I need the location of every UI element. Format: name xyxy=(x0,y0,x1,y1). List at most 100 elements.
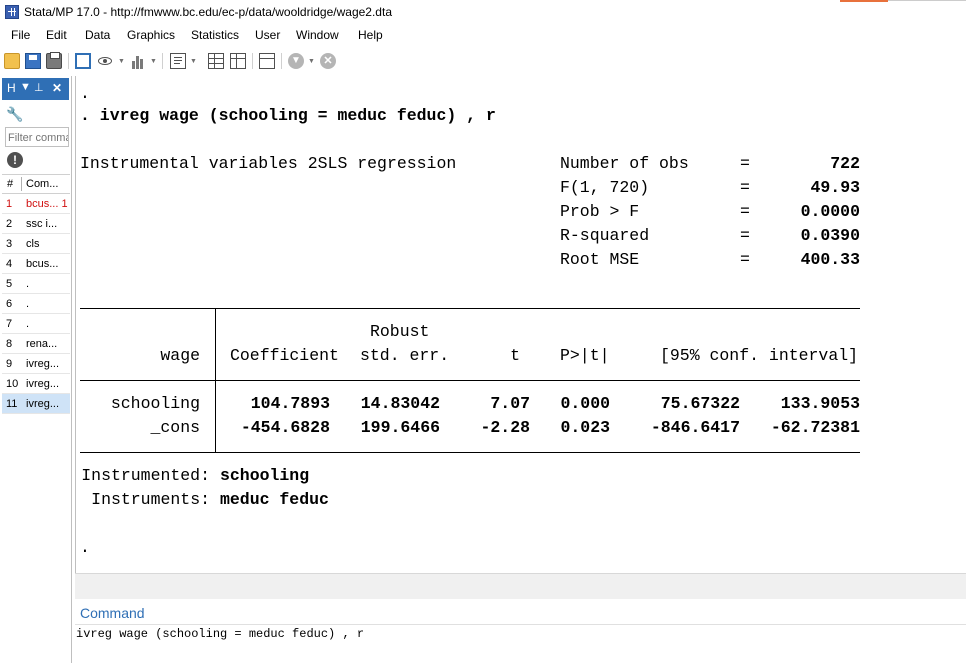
do-file-editor-icon[interactable] xyxy=(170,53,186,69)
history-row-number: 7 xyxy=(6,318,13,330)
toolbar-separator xyxy=(162,53,163,69)
data-editor-icon[interactable] xyxy=(208,53,224,69)
stat-value-probf: 0.0000 xyxy=(800,202,860,221)
history-row-selected[interactable]: 11 ivreg... xyxy=(2,394,70,414)
graph-icon[interactable] xyxy=(130,53,146,69)
history-row-number: 10 xyxy=(6,378,19,390)
header-t: t xyxy=(510,346,520,365)
graph-dropdown-icon[interactable]: ▼ xyxy=(150,58,157,65)
history-row[interactable]: 4 bcus... xyxy=(2,254,70,274)
history-row[interactable]: 8 rena... xyxy=(2,334,70,354)
ci-low-schooling: 75.67322 xyxy=(660,394,740,413)
history-header: H ▼ ⊥ ✕ xyxy=(2,78,69,100)
stat-eq: = xyxy=(740,250,750,269)
ci-high-schooling: 133.9053 xyxy=(780,394,860,413)
toolbar-separator xyxy=(252,53,253,69)
column-command-header[interactable]: Com... xyxy=(26,178,58,190)
ci-high-cons: -62.72381 xyxy=(770,418,860,437)
history-row-number: 1 xyxy=(6,198,13,210)
command-divider xyxy=(75,624,966,625)
menu-window[interactable]: Window xyxy=(296,28,339,42)
header-p: P>|t| xyxy=(560,346,610,365)
history-row-command: ssc i... xyxy=(26,218,58,230)
log-icon[interactable] xyxy=(75,53,91,69)
table-bottom-rule xyxy=(80,452,860,453)
close-icon[interactable]: ✕ xyxy=(52,81,62,95)
title-accent-bar xyxy=(840,0,888,2)
stat-label-probf: Prob > F xyxy=(560,202,640,221)
history-row[interactable]: 9 ivreg... xyxy=(2,354,70,374)
menu-statistics[interactable]: Statistics xyxy=(191,28,239,42)
break-icon[interactable]: ✕ xyxy=(320,53,336,69)
filter-pin-icon[interactable]: ▼ xyxy=(20,81,31,93)
command-echo: . ivreg wage (schooling = meduc feduc) ,… xyxy=(80,106,496,125)
filter-commands-input[interactable] xyxy=(6,130,70,146)
stat-value-rmse: 400.33 xyxy=(800,250,860,269)
instruments-label: Instruments: xyxy=(91,490,210,509)
history-row-command: rena... xyxy=(26,338,58,350)
menu-graphics[interactable]: Graphics xyxy=(127,28,175,42)
menu-file[interactable]: File xyxy=(11,28,30,42)
p-schooling: 0.000 xyxy=(560,394,610,413)
coef-cons: -454.6828 xyxy=(240,418,330,437)
open-folder-icon[interactable] xyxy=(4,53,20,69)
more-icon[interactable]: ▼ xyxy=(288,53,304,69)
history-row[interactable]: 2 ssc i... xyxy=(2,214,70,234)
data-browser-icon[interactable] xyxy=(230,53,246,69)
save-icon[interactable] xyxy=(25,53,41,69)
history-row-command: cls xyxy=(26,238,40,250)
prompt-dot-bottom: . xyxy=(80,538,90,557)
variables-manager-icon[interactable] xyxy=(259,53,275,69)
instruments-value: meduc feduc xyxy=(220,490,329,509)
horizontal-scrollbar[interactable] xyxy=(75,573,966,599)
window-title: Stata/MP 17.0 - http://fmwww.bc.edu/ec-p… xyxy=(24,5,392,19)
print-icon[interactable] xyxy=(46,52,62,69)
do-file-dropdown-icon[interactable]: ▼ xyxy=(190,58,197,65)
header-std-err: std. err. xyxy=(360,346,450,365)
history-row-number: 3 xyxy=(6,238,13,250)
stat-eq: = xyxy=(740,154,750,173)
p-cons: 0.023 xyxy=(560,418,610,437)
viewer-eye-icon[interactable] xyxy=(97,53,113,69)
menu-data[interactable]: Data xyxy=(85,28,110,42)
command-input[interactable]: ivreg wage (schooling = meduc feduc) , r xyxy=(76,627,364,641)
header-coefficient: Coefficient xyxy=(230,346,339,365)
filter-input-wrapper xyxy=(5,127,70,147)
more-dropdown-icon[interactable]: ▼ xyxy=(308,58,315,65)
stat-eq: = xyxy=(740,226,750,245)
instrumented-value: schooling xyxy=(220,466,310,485)
instrumented-label: Instrumented: xyxy=(81,466,210,485)
history-row[interactable]: 7. xyxy=(2,314,70,334)
menu-edit[interactable]: Edit xyxy=(46,28,67,42)
column-number-header[interactable]: # xyxy=(7,178,13,190)
row-var-schooling: schooling xyxy=(110,394,200,413)
header-ci: [95% conf. interval] xyxy=(660,346,859,365)
ci-low-cons: -846.6417 xyxy=(650,418,740,437)
history-row-number: 5 xyxy=(6,278,13,290)
history-row-number: 9 xyxy=(6,358,13,370)
history-row-number: 2 xyxy=(6,218,13,230)
history-row[interactable]: 6. xyxy=(2,294,70,314)
regression-title: Instrumental variables 2SLS regression xyxy=(80,154,457,173)
command-window-title: Command xyxy=(80,605,145,621)
viewer-dropdown-icon[interactable]: ▼ xyxy=(118,58,125,65)
toolbar-separator xyxy=(281,53,282,69)
history-row[interactable]: 3 cls xyxy=(2,234,70,254)
history-row[interactable]: 10 ivreg... xyxy=(2,374,70,394)
history-row[interactable]: 5. xyxy=(2,274,70,294)
warning-icon[interactable]: ! xyxy=(7,152,23,168)
menu-help[interactable]: Help xyxy=(358,28,383,42)
stat-label-f: F(1, 720) xyxy=(560,178,650,197)
se-schooling: 14.83042 xyxy=(360,394,440,413)
stat-value-f: 49.93 xyxy=(810,178,860,197)
table-top-rule xyxy=(80,308,860,309)
pin-icon[interactable]: ⊥ xyxy=(34,81,44,94)
stat-label-rmse: Root MSE xyxy=(560,250,640,269)
history-row[interactable]: 1 bcus... 1 xyxy=(2,194,70,214)
title-divider xyxy=(888,0,966,1)
wrench-icon[interactable]: 🔧 xyxy=(6,106,23,123)
history-column-header: # Com... xyxy=(2,174,70,194)
menu-user[interactable]: User xyxy=(255,28,280,42)
stata-app-icon xyxy=(5,5,19,19)
stat-eq: = xyxy=(740,178,750,197)
